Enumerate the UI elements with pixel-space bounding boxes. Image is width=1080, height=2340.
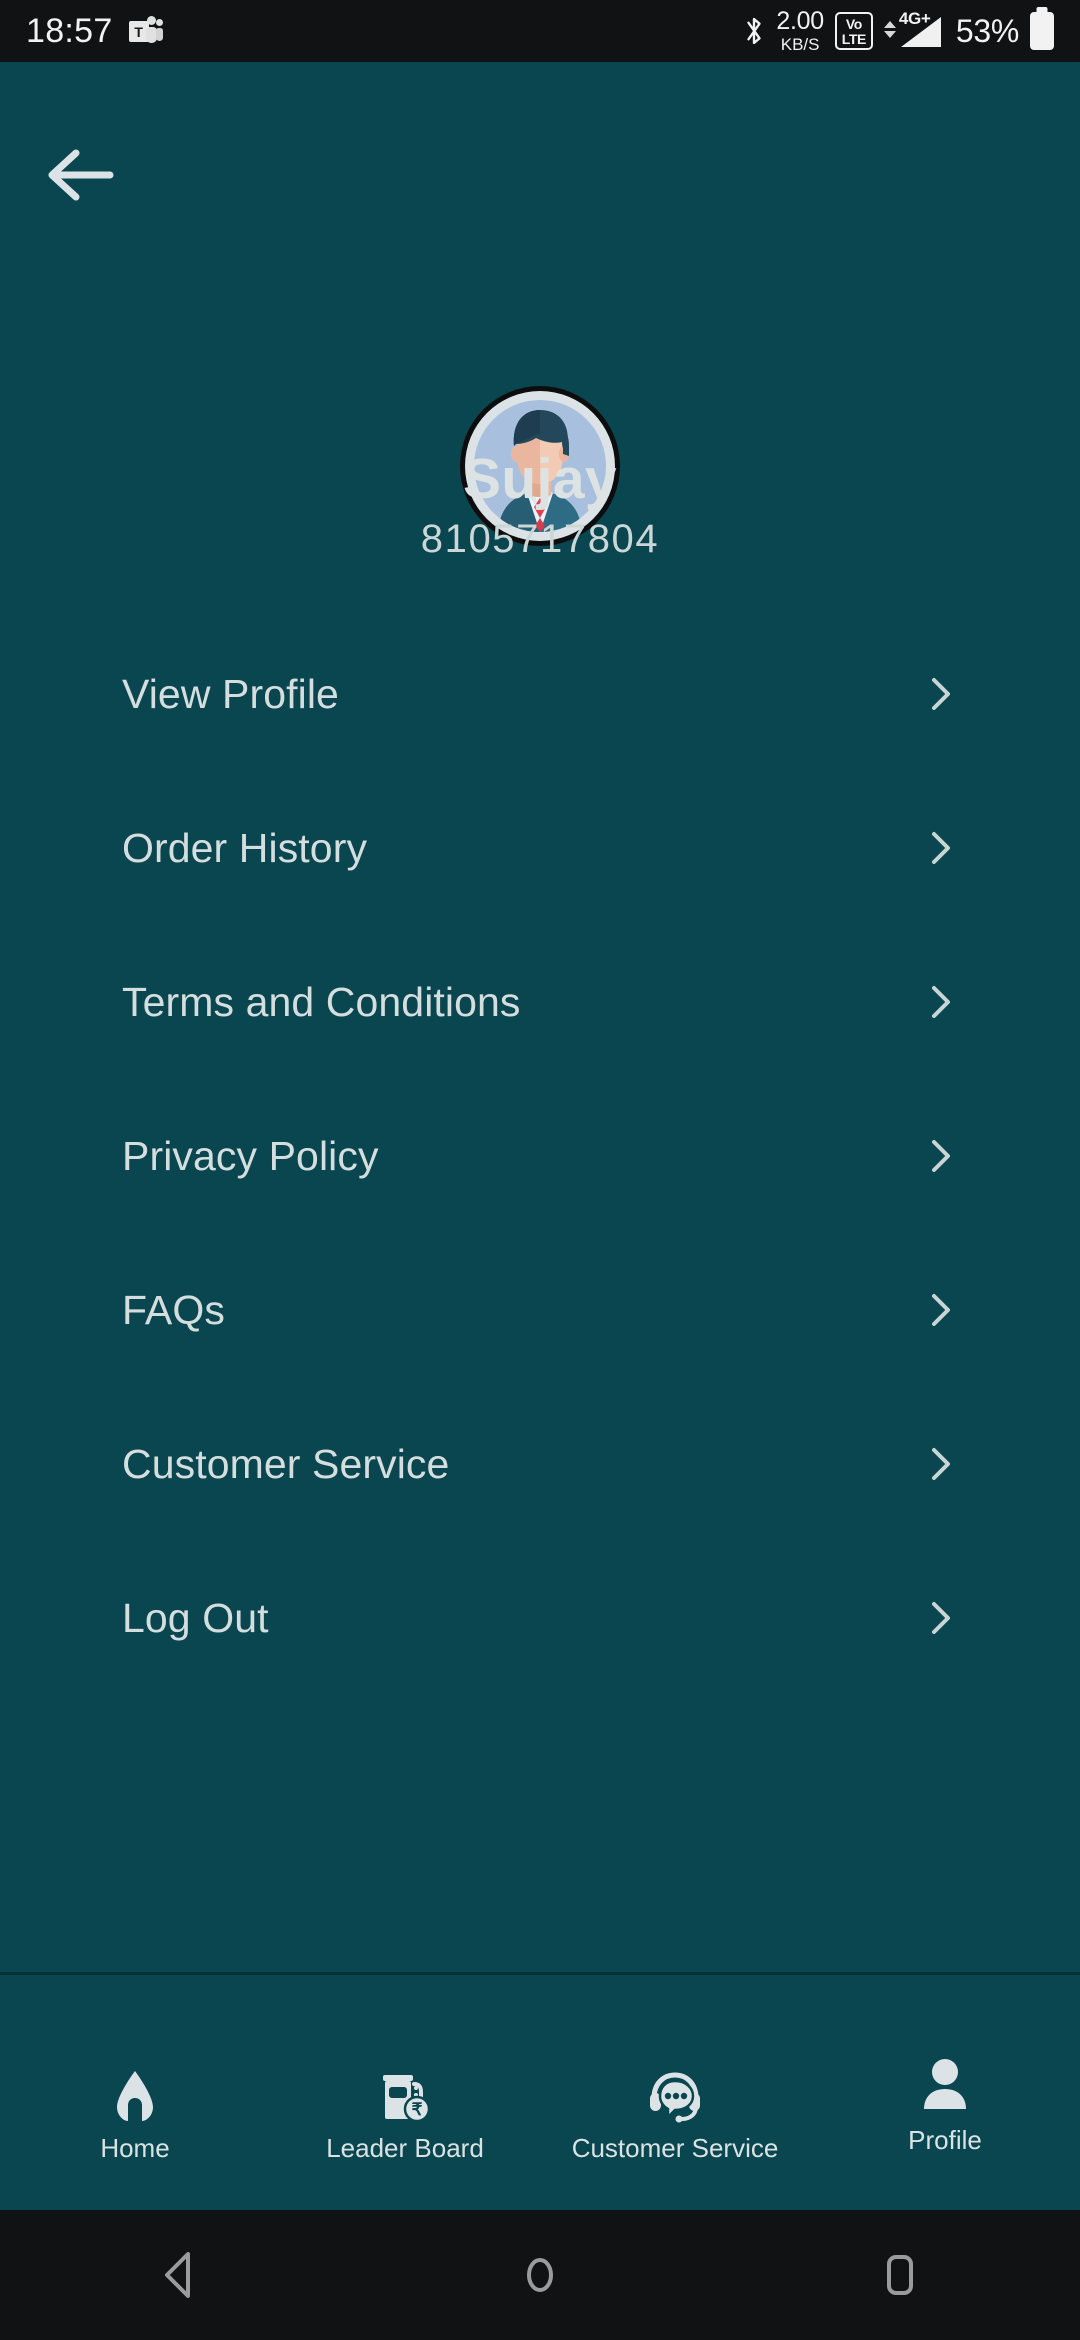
app-content: Sujay 8105717804 View Profile Order Hist… xyxy=(0,62,1080,2035)
system-home-button[interactable] xyxy=(480,2210,600,2340)
menu-item-label: View Profile xyxy=(122,670,339,717)
chevron-right-icon xyxy=(924,1139,958,1173)
menu-item-log-out[interactable]: Log Out xyxy=(0,1541,1080,1695)
battery-icon xyxy=(1030,12,1054,50)
nav-item-home[interactable]: Home xyxy=(0,2035,270,2210)
chevron-right-icon xyxy=(924,1447,958,1481)
svg-text:₹: ₹ xyxy=(412,2100,423,2119)
menu-item-label: Order History xyxy=(122,824,368,871)
nav-item-leader-board[interactable]: ₹ Leader Board xyxy=(270,2035,540,2210)
status-clock: 18:57 xyxy=(26,12,113,50)
profile-phone: 8105717804 xyxy=(420,517,660,561)
system-recents-icon xyxy=(887,2255,913,2295)
system-recents-button[interactable] xyxy=(840,2210,960,2340)
system-back-icon xyxy=(165,2252,190,2298)
person-icon xyxy=(916,2053,974,2115)
data-transfer-arrows-icon xyxy=(883,11,896,51)
fuel-pump-rupee-icon: ₹ xyxy=(376,2065,434,2127)
menu-item-label: Terms and Conditions xyxy=(122,978,521,1025)
network-speed-unit: KB/S xyxy=(780,35,820,54)
nav-item-label: Profile xyxy=(908,2125,982,2155)
back-arrow-icon xyxy=(48,149,114,201)
profile-menu-list: View Profile Order History Terms and Con… xyxy=(0,617,1080,1695)
nav-item-label: Home xyxy=(100,2133,170,2163)
android-system-navigation-bar xyxy=(0,2210,1080,2340)
menu-item-privacy-policy[interactable]: Privacy Policy xyxy=(0,1079,1080,1233)
volte-icon: Vo LTE xyxy=(834,12,873,50)
chevron-right-icon xyxy=(924,831,958,865)
status-bar-left: 18:57 T xyxy=(26,14,163,48)
chevron-right-icon xyxy=(924,985,958,1019)
nav-item-label: Customer Service xyxy=(571,2133,779,2163)
menu-item-label: Privacy Policy xyxy=(122,1132,379,1179)
menu-item-label: FAQs xyxy=(122,1286,225,1333)
system-home-icon xyxy=(527,2258,553,2292)
chevron-right-icon xyxy=(924,677,958,711)
headset-chat-icon xyxy=(646,2065,704,2127)
phone-screen: 18:57 T 2.00 KB/S Vo LTE 4G+ 53% Sujay 8… xyxy=(0,0,1080,2340)
menu-item-label: Log Out xyxy=(122,1594,269,1641)
menu-item-customer-service[interactable]: Customer Service xyxy=(0,1387,1080,1541)
content-divider xyxy=(0,1972,1080,1975)
microsoft-teams-icon: T xyxy=(128,16,163,46)
bottom-navigation-bar: Home ₹ Leader Board Customer Service Pro… xyxy=(0,2035,1080,2210)
home-icon xyxy=(106,2065,164,2127)
signal-bars-icon: 4G+ xyxy=(897,10,945,51)
profile-name: Sujay xyxy=(462,447,618,511)
nav-item-profile[interactable]: Profile xyxy=(810,2035,1080,2210)
signal-indicator: 4G+ xyxy=(883,10,945,51)
chevron-right-icon xyxy=(924,1293,958,1327)
menu-item-label: Customer Service xyxy=(122,1440,450,1487)
chevron-right-icon xyxy=(924,1601,958,1635)
menu-item-order-history[interactable]: Order History xyxy=(0,771,1080,925)
volte-bottom-text: LTE xyxy=(841,30,867,47)
back-button[interactable] xyxy=(38,132,124,218)
menu-item-terms-and-conditions[interactable]: Terms and Conditions xyxy=(0,925,1080,1079)
menu-item-view-profile[interactable]: View Profile xyxy=(0,617,1080,771)
volte-top-text: Vo xyxy=(845,15,862,32)
nav-item-customer-service[interactable]: Customer Service xyxy=(540,2035,810,2210)
network-speed-value: 2.00 xyxy=(776,7,824,35)
status-bar-right: 2.00 KB/S Vo LTE 4G+ 53% xyxy=(743,9,1054,53)
status-bar: 18:57 T 2.00 KB/S Vo LTE 4G+ 53% xyxy=(0,0,1080,62)
battery-percent-label: 53% xyxy=(955,13,1019,49)
menu-item-faqs[interactable]: FAQs xyxy=(0,1233,1080,1387)
network-speed-indicator: 2.00 KB/S xyxy=(776,7,824,54)
bluetooth-icon xyxy=(747,17,762,45)
nav-item-label: Leader Board xyxy=(326,2133,484,2163)
system-back-button[interactable] xyxy=(120,2210,240,2340)
